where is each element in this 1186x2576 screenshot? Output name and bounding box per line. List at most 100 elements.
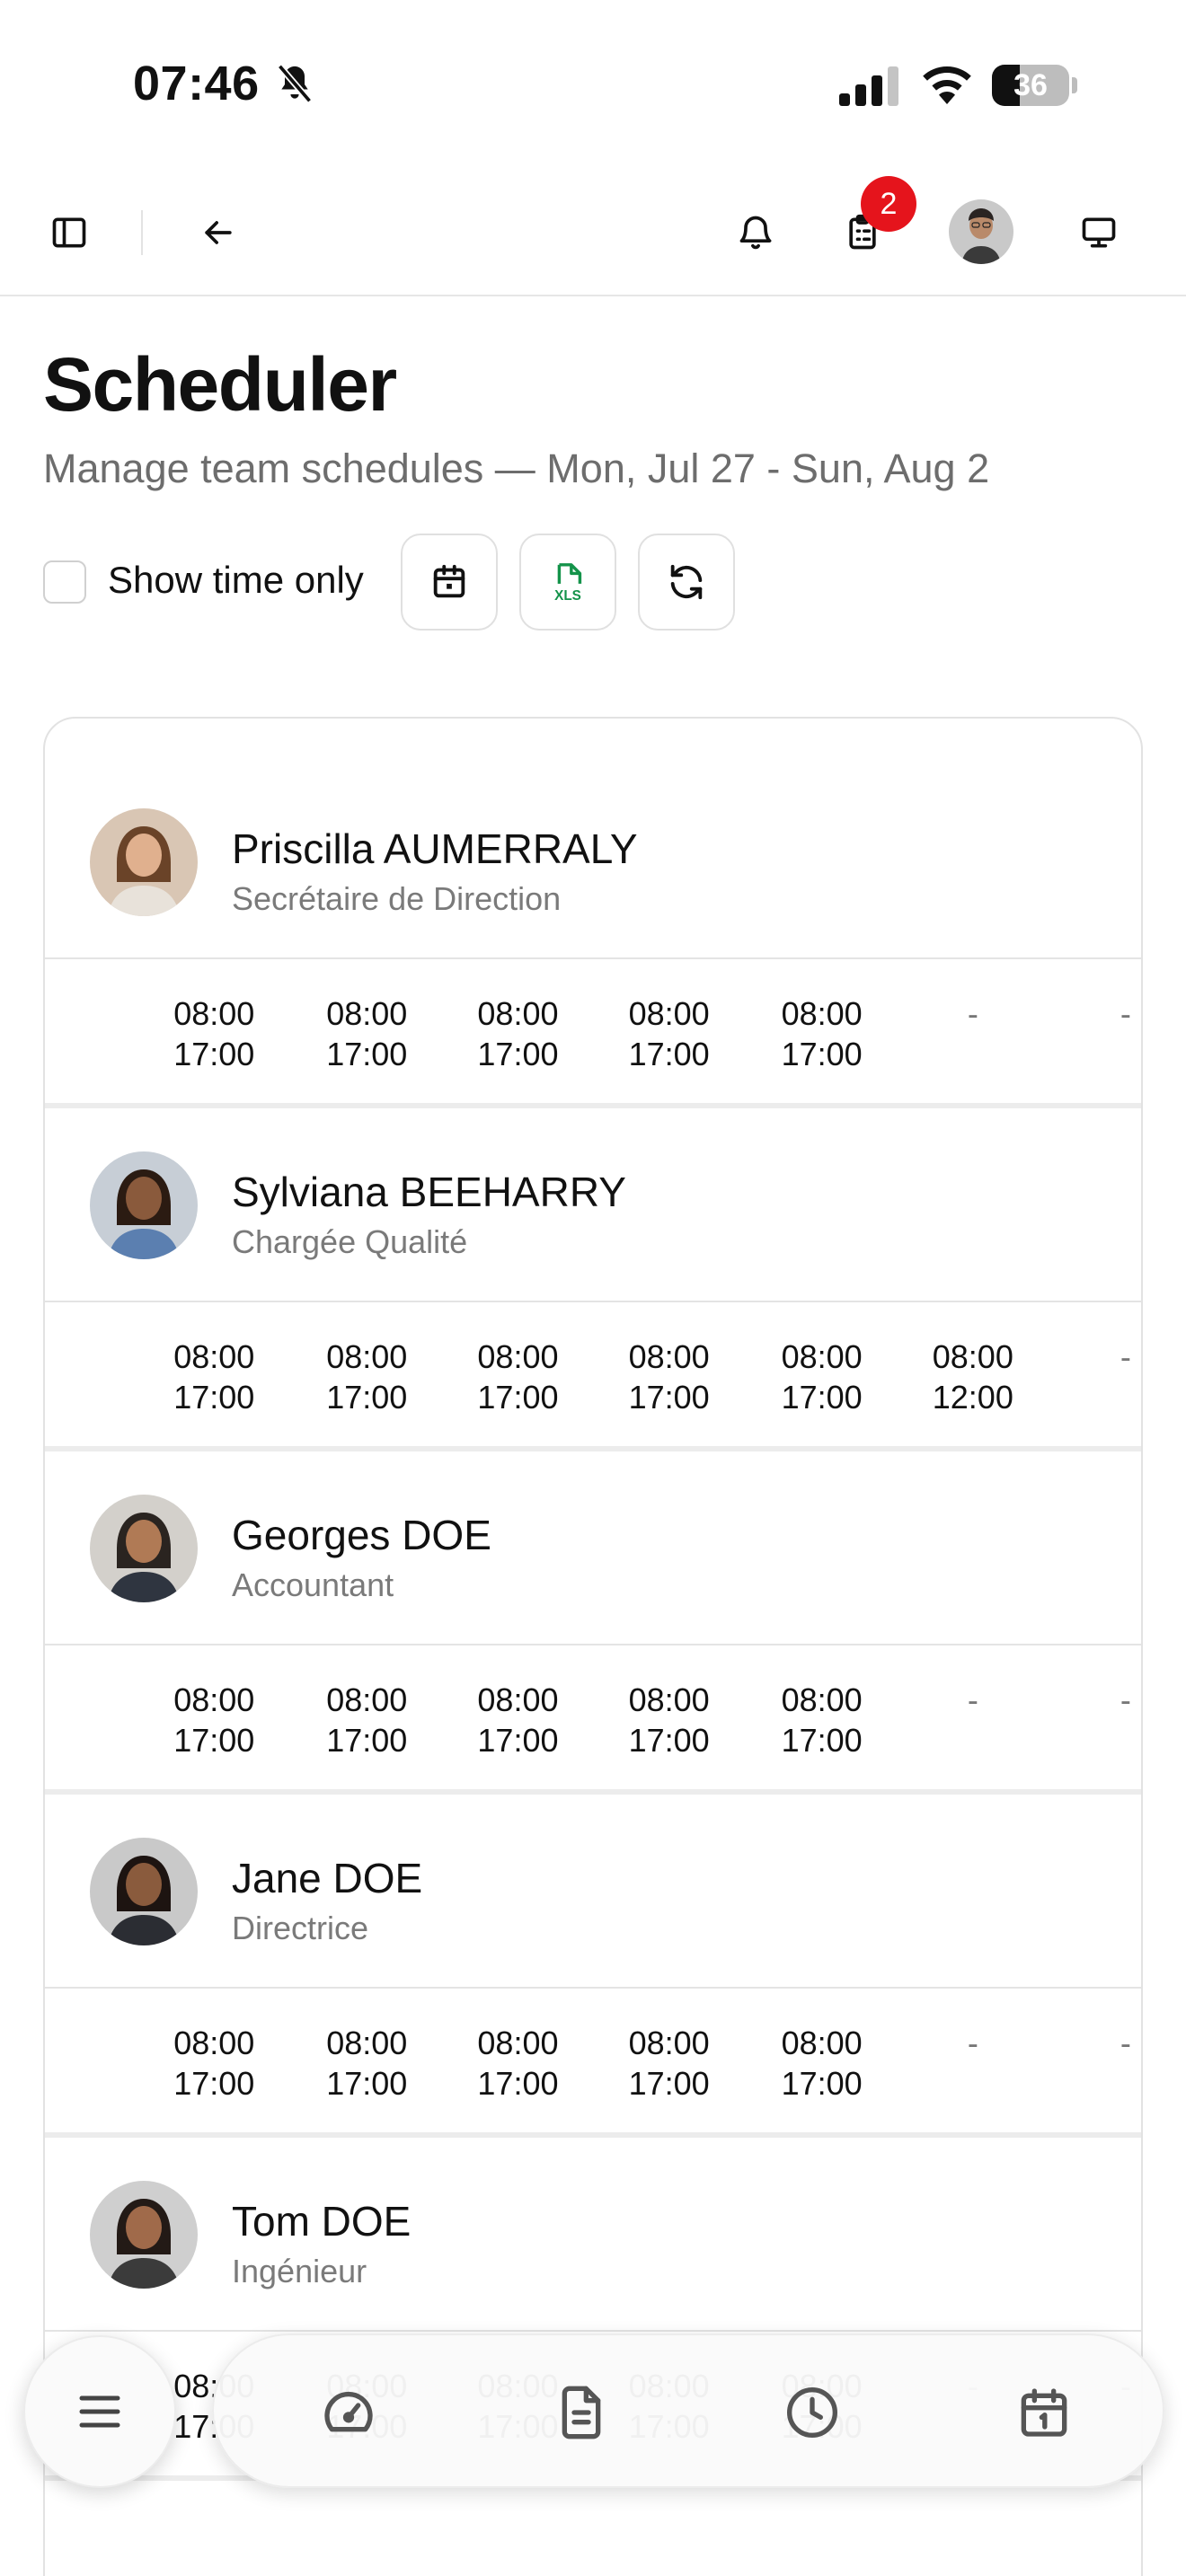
shift-start: 08:00 <box>173 1681 255 1718</box>
employee-role: Accountant <box>232 1566 394 1603</box>
shift-start: - <box>967 1681 978 1718</box>
employee-row[interactable]: Sylviana BEEHARRY Chargée Qualité <box>45 1108 1141 1302</box>
shift-start: - <box>967 995 978 1032</box>
shift-cell[interactable]: - <box>915 2023 1031 2063</box>
xls-export-icon: XLS <box>554 563 582 603</box>
page-subtitle: Manage team schedules — Mon, Jul 27 - Su… <box>43 446 990 491</box>
shift-start: - <box>1120 1338 1131 1375</box>
back-button[interactable] <box>187 201 250 264</box>
shift-cell[interactable]: - <box>1067 2023 1141 2063</box>
shift-end: 17:00 <box>477 1722 559 1759</box>
shift-cell[interactable]: 08:00 17:00 <box>611 993 728 1074</box>
shift-cell[interactable]: 08:00 17:00 <box>459 2023 576 2104</box>
shift-cell[interactable]: 08:00 17:00 <box>764 2023 881 2104</box>
shift-start: 08:00 <box>628 1681 710 1718</box>
shift-start: 08:00 <box>173 1338 255 1375</box>
shift-cell[interactable]: 08:00 17:00 <box>459 993 576 1074</box>
shift-cell[interactable]: 08:00 17:00 <box>764 993 881 1074</box>
shift-cell[interactable]: 08:00 17:00 <box>611 1337 728 1417</box>
shift-cell[interactable]: - <box>915 993 1031 1034</box>
employee-role: Chargée Qualité <box>232 1223 468 1260</box>
shift-cell[interactable]: - <box>1067 1337 1141 1377</box>
show-time-only-label[interactable]: Show time only <box>108 559 364 602</box>
shift-end: 17:00 <box>173 1379 255 1416</box>
shift-cell[interactable]: - <box>1067 1680 1141 1720</box>
employee-avatar <box>90 1151 198 1259</box>
shift-start: 08:00 <box>932 1338 1013 1375</box>
refresh-button[interactable] <box>638 534 735 631</box>
refresh-icon <box>670 564 703 600</box>
sidebar-toggle-button[interactable] <box>38 201 101 264</box>
shift-cell[interactable]: 08:00 17:00 <box>308 993 425 1074</box>
shift-end: 17:00 <box>326 1036 408 1072</box>
xls-label: XLS <box>554 588 581 603</box>
employee-row[interactable]: Georges DOE Accountant <box>45 1451 1141 1645</box>
shift-start: 08:00 <box>477 1338 559 1375</box>
shift-cell[interactable]: 08:00 17:00 <box>308 2023 425 2104</box>
employee-avatar <box>90 808 198 916</box>
dashboard-gauge-icon <box>324 2391 373 2432</box>
shift-end: 17:00 <box>326 1722 408 1759</box>
shift-cell[interactable]: 08:00 17:00 <box>611 2023 728 2104</box>
shift-cell[interactable]: 08:00 17:00 <box>764 1337 881 1417</box>
calendar-icon <box>1021 2388 1067 2437</box>
shift-end: 17:00 <box>173 1036 255 1072</box>
shift-cell[interactable]: 08:00 17:00 <box>308 1337 425 1417</box>
shift-start: 08:00 <box>326 2025 408 2061</box>
shift-cell[interactable]: 08:00 17:00 <box>155 2023 272 2104</box>
monitor-icon <box>1082 217 1116 248</box>
shift-start: 08:00 <box>477 995 559 1032</box>
calendar-picker-button[interactable] <box>401 534 498 631</box>
shift-start: 08:00 <box>781 1681 863 1718</box>
shift-cell[interactable]: 08:00 17:00 <box>459 1337 576 1417</box>
shift-cell[interactable]: 08:00 17:00 <box>308 1680 425 1760</box>
user-avatar[interactable] <box>949 199 1013 264</box>
shift-start: 08:00 <box>477 2025 559 2061</box>
menu-button[interactable] <box>23 2335 176 2488</box>
schedule-times-row: 08:00 17:00 08:00 17:00 08:00 17:00 08:00 17:00… <box>45 1645 1141 1795</box>
nav-documents[interactable] <box>544 2375 619 2450</box>
shift-cell[interactable]: 08:00 17:00 <box>155 1680 272 1760</box>
shift-start: 08:00 <box>628 2025 710 2061</box>
document-icon <box>562 2386 601 2439</box>
nav-time[interactable] <box>774 2375 850 2450</box>
shift-start: 08:00 <box>477 1681 559 1718</box>
shift-start: 08:00 <box>781 2025 863 2061</box>
employee-role: Secrétaire de Direction <box>232 880 562 917</box>
shift-cell[interactable]: - <box>915 1680 1031 1720</box>
shift-start: - <box>1120 2025 1131 2061</box>
shift-cell[interactable]: 08:00 17:00 <box>155 993 272 1074</box>
hamburger-menu-icon <box>79 2395 120 2428</box>
shift-start: - <box>1120 995 1131 1032</box>
employee-name: Sylviana BEEHARRY <box>232 1169 626 1215</box>
employee-row[interactable]: Priscilla AUMERRALY Secrétaire de Directi… <box>45 765 1141 959</box>
shift-end: 17:00 <box>781 1379 863 1416</box>
nav-dashboard[interactable] <box>311 2375 386 2450</box>
desktop-view-button[interactable] <box>1067 201 1130 264</box>
shift-end: 17:00 <box>477 2065 559 2102</box>
shift-cell[interactable]: 08:00 17:00 <box>459 1680 576 1760</box>
shift-cell[interactable]: 08:00 12:00 <box>915 1337 1031 1417</box>
battery-level: 36 <box>1013 68 1048 102</box>
employee-row[interactable]: Jane DOE Directrice <box>45 1795 1141 1989</box>
nav-scheduler[interactable] <box>1006 2375 1082 2450</box>
employee-avatar <box>90 1495 198 1602</box>
shift-cell[interactable]: - <box>1067 993 1141 1034</box>
shift-end: 17:00 <box>628 1722 710 1759</box>
shift-cell[interactable]: 08:00 17:00 <box>155 1337 272 1417</box>
show-time-only-checkbox[interactable] <box>43 560 86 604</box>
shift-start: 08:00 <box>173 995 255 1032</box>
shift-cell[interactable]: 08:00 17:00 <box>764 1680 881 1760</box>
shift-end: 17:00 <box>781 1722 863 1759</box>
employee-name: Georges DOE <box>232 1512 491 1558</box>
employee-row[interactable]: Tom DOE Ingénieur <box>45 2138 1141 2332</box>
export-xls-button[interactable]: XLS <box>519 534 616 631</box>
shift-cell[interactable]: 08:00 17:00 <box>611 1680 728 1760</box>
employee-avatar <box>90 1838 198 1945</box>
cellular-signal-icon <box>839 66 898 106</box>
shift-end: 17:00 <box>628 1036 710 1072</box>
shift-start: - <box>1120 1681 1131 1718</box>
notifications-button[interactable] <box>724 201 787 264</box>
bell-icon <box>739 216 772 250</box>
bottom-navigation <box>212 2333 1164 2488</box>
